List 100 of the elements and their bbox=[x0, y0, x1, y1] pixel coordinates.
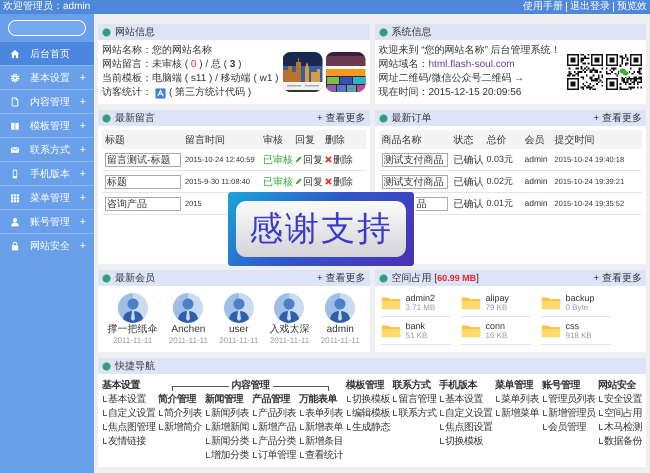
member-text: admin bbox=[524, 198, 548, 208]
nav-link[interactable]: 新增菜单 bbox=[495, 407, 540, 421]
nav-link[interactable]: 产品列表 bbox=[252, 407, 296, 421]
nav-link[interactable]: 留言管理 bbox=[392, 393, 436, 407]
nav-link[interactable]: 友情链接 bbox=[102, 435, 156, 449]
nav-link[interactable]: 空间占用 bbox=[598, 407, 642, 421]
top-link[interactable]: 退出登录 bbox=[566, 2, 613, 12]
nav-link[interactable]: 新增产品 bbox=[252, 421, 296, 435]
nav-link[interactable]: 生成静态 bbox=[346, 421, 390, 435]
avatar-icon[interactable] bbox=[173, 293, 204, 323]
folder-size: 79 KB bbox=[486, 303, 508, 312]
nav-link[interactable]: 菜单列表 bbox=[495, 393, 540, 407]
title-field[interactable]: 留言测试-标题 bbox=[105, 152, 181, 166]
delete-link[interactable]: 删除 bbox=[325, 174, 353, 188]
pencil-icon bbox=[295, 178, 302, 185]
nav-link[interactable]: 新闻分类 bbox=[205, 435, 250, 449]
price-text: 0.01元 bbox=[486, 198, 514, 208]
member-date: 2011-11-11 bbox=[113, 336, 152, 345]
nav-link[interactable]: 产品分类 bbox=[252, 435, 296, 449]
more-link[interactable]: + 查看更多 bbox=[593, 111, 642, 125]
member-name: 撑一把纸伞 bbox=[108, 323, 158, 336]
avatar-icon[interactable] bbox=[325, 293, 356, 323]
nav-link[interactable]: 表单列表 bbox=[299, 407, 344, 421]
globe-icon bbox=[102, 114, 111, 122]
info-label: 访客统计： bbox=[102, 86, 152, 100]
avatar-icon[interactable] bbox=[224, 293, 254, 323]
more-link[interactable]: + 查看更多 bbox=[316, 271, 366, 285]
folder-icon[interactable] bbox=[380, 295, 400, 310]
grid-icon bbox=[10, 192, 20, 202]
folder-size: 16 KB bbox=[486, 331, 508, 340]
nav-link[interactable]: 基本设置 bbox=[102, 393, 156, 407]
nav-link[interactable]: 查看统计 bbox=[299, 449, 344, 463]
avatar-icon[interactable] bbox=[118, 293, 148, 323]
avatar-icon[interactable] bbox=[274, 293, 304, 323]
price-text: 0.02元 bbox=[486, 176, 514, 186]
nav-link[interactable]: 新闻列表 bbox=[205, 407, 250, 421]
nav-link[interactable]: 会员管理 bbox=[542, 421, 596, 435]
reply-link[interactable]: 回复 bbox=[295, 152, 323, 166]
nav-link[interactable]: 安全设置 bbox=[598, 393, 642, 407]
column-header: 留言时间 bbox=[185, 134, 226, 146]
folder-icon[interactable] bbox=[380, 323, 400, 338]
folder-name: bank bbox=[406, 321, 426, 331]
member-name: user bbox=[228, 323, 248, 336]
top-link[interactable]: 预览效 bbox=[613, 2, 650, 12]
lock-icon bbox=[10, 240, 20, 250]
status-text: 已审核 bbox=[263, 154, 293, 166]
member-name: admin bbox=[326, 323, 354, 336]
more-link[interactable]: + 查看更多 bbox=[316, 111, 366, 125]
nav-link[interactable]: 焦点图管理 bbox=[102, 421, 156, 435]
nav-link[interactable]: 新增新闻 bbox=[205, 421, 250, 435]
nav-link[interactable]: 新增简介 bbox=[158, 421, 202, 435]
reply-link[interactable]: 回复 bbox=[295, 174, 323, 188]
more-link[interactable]: + 查看更多 bbox=[593, 271, 642, 285]
status-text: 已审核 bbox=[263, 176, 293, 188]
sidebar-item[interactable]: 后台首页 bbox=[0, 41, 94, 65]
nav-link[interactable]: 新增管理员 bbox=[542, 407, 596, 421]
nav-link[interactable]: 焦点图设置 bbox=[439, 421, 493, 435]
info-text: 网站域名：html.flash-soul.com bbox=[378, 58, 516, 72]
nav-link[interactable]: 订单管理 bbox=[252, 449, 296, 463]
product-field[interactable]: 品 bbox=[416, 196, 448, 210]
price-text: 0.03元 bbox=[486, 154, 514, 164]
nav-link[interactable]: 自定义设置 bbox=[102, 407, 156, 421]
search-field[interactable] bbox=[8, 20, 86, 36]
nav-link[interactable]: 数据备份 bbox=[598, 435, 642, 449]
folder-icon[interactable] bbox=[540, 323, 560, 338]
folder-size: 0 Byte bbox=[566, 303, 590, 312]
folder-size: 51 KB bbox=[406, 331, 428, 340]
nav-link[interactable]: 联系方式 bbox=[392, 407, 436, 421]
column-header: 审核 bbox=[263, 134, 284, 146]
globe-icon bbox=[378, 114, 388, 122]
column-header: 提交时间 bbox=[554, 134, 596, 146]
product-field[interactable]: 测试支付商品 bbox=[382, 152, 448, 166]
nav-link[interactable]: 管理员列表 bbox=[542, 393, 596, 407]
folder-icon[interactable] bbox=[540, 295, 560, 310]
info-text: 欢迎来到 “您的网站名称” 后台管理系统！ bbox=[378, 44, 562, 58]
nav-link[interactable]: 切换模板 bbox=[346, 393, 390, 407]
qr-code bbox=[567, 54, 603, 90]
nav-link[interactable]: 新增条目 bbox=[299, 435, 344, 449]
stats-icon[interactable] bbox=[155, 88, 166, 98]
title-field[interactable]: 咨询产品 bbox=[105, 196, 181, 210]
nav-link[interactable]: 增加分类 bbox=[205, 449, 250, 463]
nav-link[interactable]: 基本设置 bbox=[439, 393, 493, 407]
nav-link[interactable]: 新增表单 bbox=[299, 421, 344, 435]
delete-link[interactable]: 删除 bbox=[325, 152, 353, 166]
info-text: 网站留言：未审核 ( 0 ) / 总 ( 3 ) bbox=[102, 58, 242, 72]
nav-link[interactable]: 木马检测 bbox=[598, 421, 642, 435]
nav-heading: 联系方式 bbox=[392, 379, 432, 393]
nav-link[interactable]: 简介列表 bbox=[158, 407, 202, 421]
document-icon bbox=[10, 96, 20, 106]
globe-icon bbox=[102, 274, 111, 282]
title-field[interactable]: 标题 bbox=[105, 174, 181, 188]
info-text: 现在时间：2015-12-15 20:09:56 bbox=[378, 86, 522, 100]
folder-icon[interactable] bbox=[460, 295, 480, 310]
column-header: 状态 bbox=[454, 134, 474, 146]
product-field[interactable]: 测试支付商品 bbox=[382, 174, 448, 188]
nav-link[interactable]: 编辑模板 bbox=[346, 407, 390, 421]
nav-link[interactable]: 切换模板 bbox=[439, 435, 493, 449]
folder-icon[interactable] bbox=[460, 323, 480, 338]
nav-link[interactable]: 自定义设置 bbox=[439, 407, 493, 421]
top-link[interactable]: 使用手册 bbox=[520, 2, 566, 12]
